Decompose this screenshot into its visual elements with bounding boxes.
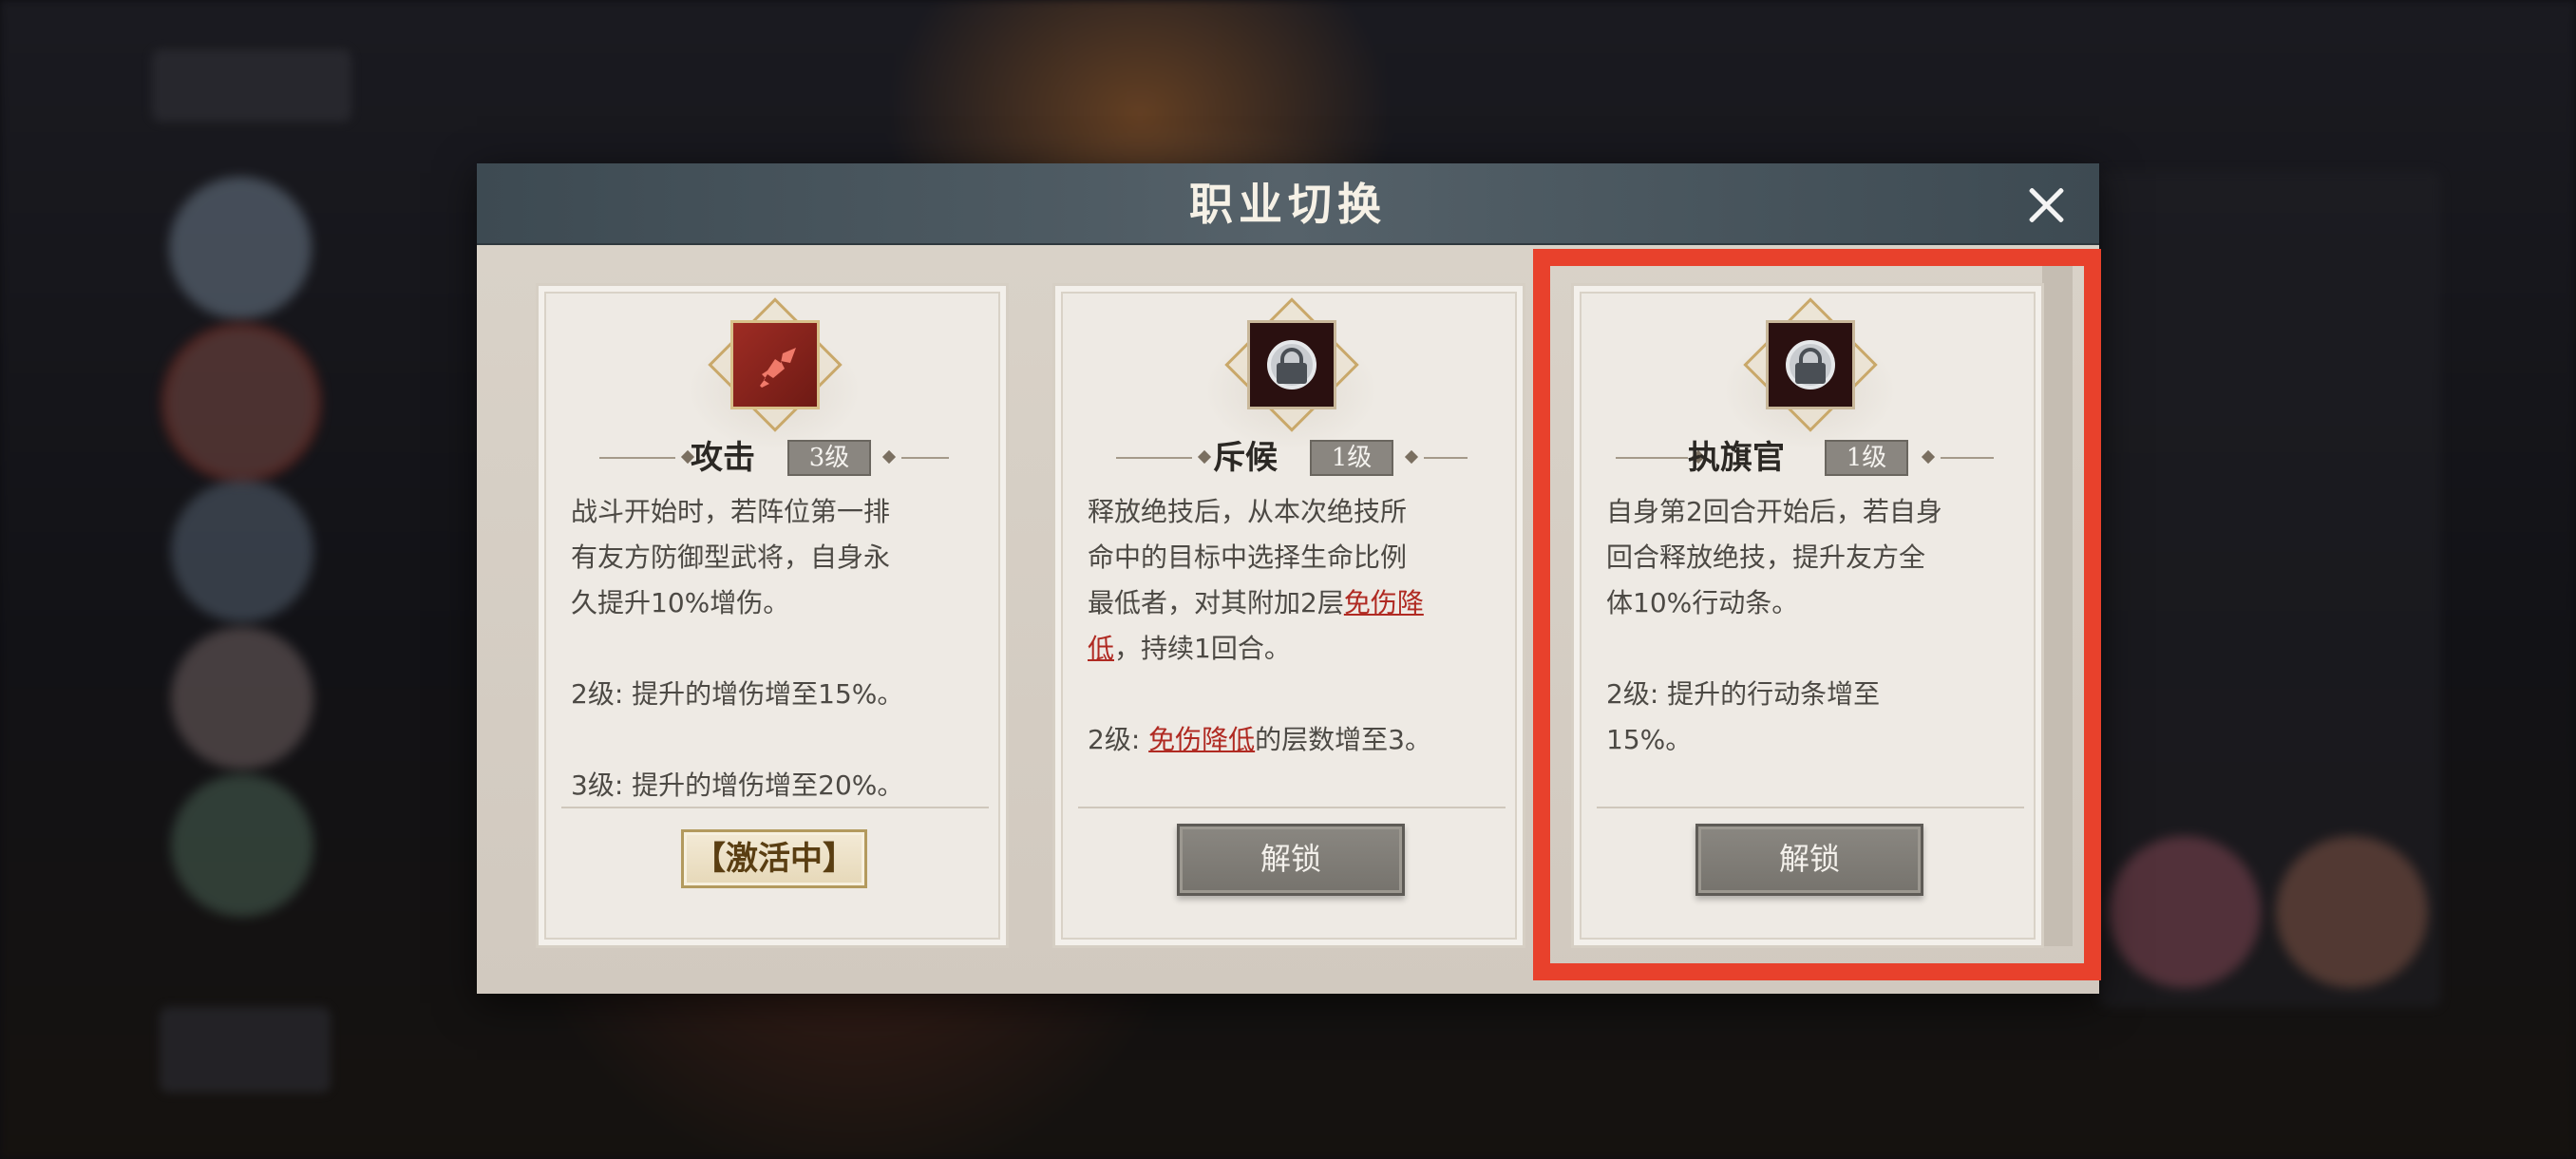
level-badge: 1级 <box>1310 440 1393 476</box>
hero-avatar <box>171 627 313 770</box>
skill-icon-frame <box>708 297 843 432</box>
ornament-line <box>901 457 949 459</box>
level-badge: 1级 <box>1825 440 1908 476</box>
level-badge: 3级 <box>787 440 871 476</box>
sword-icon <box>730 320 820 409</box>
back-button-bg <box>152 49 351 122</box>
skill-description: 释放绝技后，从本次绝技所 命中的目标中选择生命比例 最低者，对其附加2层免伤降 … <box>1088 489 1506 763</box>
class-card-scout: 斥候 1级 释放绝技后，从本次绝技所 命中的目标中选择生命比例 最低者，对其附加… <box>1052 283 1525 1113</box>
sword-icon <box>760 348 796 388</box>
skill-icon-frame <box>1224 297 1359 432</box>
ornament-line <box>599 457 675 459</box>
card-panel: 斥候 1级 释放绝技后，从本次绝技所 命中的目标中选择生命比例 最低者，对其附加… <box>1052 283 1525 948</box>
unlock-button[interactable]: 解锁 <box>1177 824 1405 896</box>
card-panel: 攻击 3级 战斗开始时，若阵位第一排 有友方防御型武将，自身永 久提升10%增伤… <box>536 283 1009 948</box>
divider <box>561 807 989 808</box>
hero-avatar <box>171 480 313 622</box>
skill-description: 战斗开始时，若阵位第一排 有友方防御型武将，自身永 久提升10%增伤。 2级: … <box>571 496 904 801</box>
debuff-link[interactable]: 免伤降低 <box>1148 724 1255 755</box>
skill-name: 斥候 <box>1213 439 1278 477</box>
hero-avatar <box>169 177 312 319</box>
ornament-line <box>1116 457 1192 459</box>
divider <box>1078 807 1506 808</box>
skill-description: 自身第2回合开始后，若自身 回合释放绝技，提升友方全 体10%行动条。 2级: … <box>1606 496 1942 755</box>
desc-text: 的层数增至3。 <box>1255 724 1431 755</box>
close-icon[interactable] <box>2021 180 2071 230</box>
ornament-line <box>1616 457 1688 459</box>
skill-name-row: 斥候 1级 <box>1055 434 1528 482</box>
ornament-dot <box>1197 449 1212 465</box>
skill-name-row: 攻击 3级 <box>539 434 1012 482</box>
lock-icon <box>1247 320 1336 409</box>
ornament-dot <box>1404 449 1419 465</box>
active-status-badge: 【激活中】 <box>681 829 867 888</box>
scrollbar[interactable] <box>2042 260 2073 946</box>
lock-icon <box>1766 320 1855 409</box>
skill-name: 执旗官 <box>1688 439 1785 477</box>
card-panel: 执旗官 1级 自身第2回合开始后，若自身 回合释放绝技，提升友方全 体10%行动… <box>1571 283 2044 948</box>
dialog-header: 职业切换 <box>477 163 2099 245</box>
skill-name: 攻击 <box>691 439 755 477</box>
hero-avatar <box>161 323 321 483</box>
lock-body <box>1277 363 1307 384</box>
portrait-bg <box>2276 836 2428 988</box>
class-card-attack: 攻击 3级 战斗开始时，若阵位第一排 有友方防御型武将，自身永 久提升10%增伤… <box>536 283 1009 1113</box>
class-card-flag-officer: 执旗官 1级 自身第2回合开始后，若自身 回合释放绝技，提升友方全 体10%行动… <box>1571 283 2044 1113</box>
skill-name-row: 执旗官 1级 <box>1574 434 2047 482</box>
portrait-bg <box>2109 836 2261 988</box>
lock-body <box>1795 363 1826 384</box>
skill-icon-frame <box>1743 297 1878 432</box>
ornament-dot <box>1921 449 1936 465</box>
dialog-title: 职业切换 <box>1189 179 1387 230</box>
side-button-bg <box>160 1007 331 1092</box>
divider <box>1597 807 2024 808</box>
hero-avatar <box>171 774 313 917</box>
ornament-line <box>1424 457 1468 459</box>
unlock-button[interactable]: 解锁 <box>1695 824 1923 896</box>
ornament-line <box>1941 457 1994 459</box>
ornament-dot <box>881 449 897 465</box>
